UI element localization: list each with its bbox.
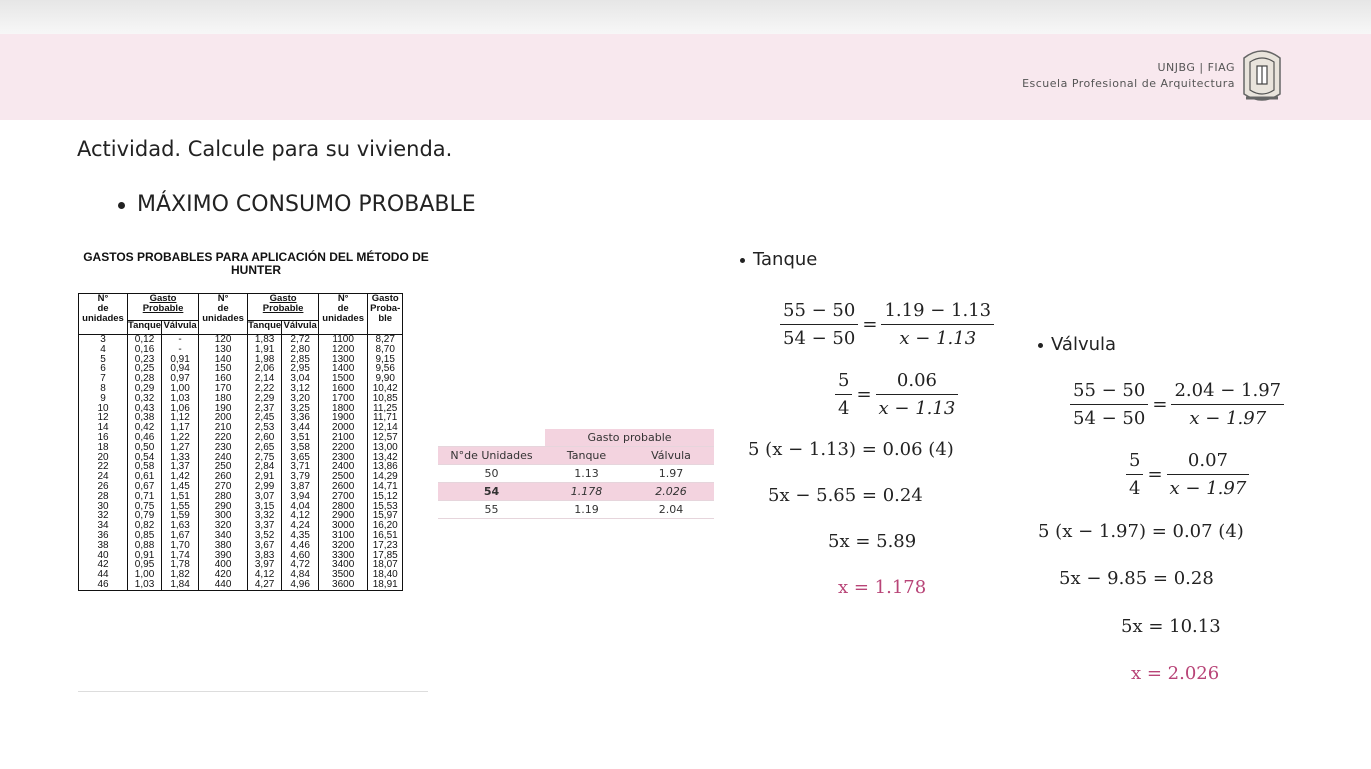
hunter-col-gasto-3: 8,27 8,70 9,15 9,56 9,90 10,42 10,85 11,… bbox=[367, 334, 404, 591]
bullet-dot bbox=[118, 201, 125, 209]
section-heading: MÁXIMO CONSUMO PROBABLE bbox=[118, 192, 476, 217]
hunter-table: N° de unidades Gasto Probable N° de unid… bbox=[78, 293, 404, 591]
valvula-equation-3: 5 (x − 1.97) = 0.07 (4) bbox=[1038, 521, 1244, 542]
hunter-col-valvula-2: 2,72 2,80 2,85 2,95 3,04 3,12 3,20 3,25 … bbox=[281, 334, 320, 591]
university-seal-icon bbox=[1243, 50, 1281, 101]
hunter-header-units-2: N° de unidades bbox=[198, 293, 249, 335]
hunter-col-units-2: 120 130 140 150 160 170 180 190 200 210 … bbox=[198, 334, 249, 591]
tanque-label: Tanque bbox=[740, 249, 817, 270]
valvula-equation-5: 5x = 10.13 bbox=[1121, 616, 1221, 637]
interp-group-header: Gasto probable bbox=[545, 429, 714, 447]
hunter-col-units-3: 1100 1200 1300 1400 1500 1600 1700 1800 … bbox=[318, 334, 369, 591]
hunter-header-gasto-2: Gasto Probable bbox=[247, 293, 320, 321]
valvula-equation-2: 5 4 = 0.07 x − 1.97 bbox=[1126, 450, 1250, 499]
interp-header-tanque: Tanque bbox=[545, 446, 628, 465]
activity-title: Actividad. Calcule para su vivienda. bbox=[77, 137, 453, 161]
bullet-dot bbox=[1038, 342, 1043, 348]
hunter-col-valvula-1: - - 0,91 0,94 0,97 1,00 1,03 1,06 1,12 1… bbox=[161, 334, 200, 591]
hunter-header-valvula-2: Válvula bbox=[281, 319, 320, 336]
brand-line-1: UNJBG | FIAG bbox=[1157, 61, 1235, 74]
interp-row: 50 1.13 1.97 bbox=[438, 464, 714, 483]
valvula-equation-4: 5x − 9.85 = 0.28 bbox=[1059, 568, 1214, 589]
hunter-header-valvula-1: Válvula bbox=[161, 319, 200, 336]
hunter-table-title: GASTOS PROBABLES PARA APLICACIÓN DEL MÉT… bbox=[83, 250, 429, 277]
hunter-header-tanque-2: Tanque bbox=[247, 319, 283, 336]
hunter-table-divider bbox=[78, 691, 428, 692]
tanque-equation-5: 5x = 5.89 bbox=[828, 531, 917, 552]
hunter-header-units-1: N° de unidades bbox=[78, 293, 128, 335]
valvula-equation-1: 55 − 50 54 − 50 = 2.04 − 1.97 x − 1.97 bbox=[1070, 380, 1285, 429]
valvula-result: x = 2.026 bbox=[1131, 663, 1220, 684]
hunter-col-tanque-1: 0,12 0,16 0,23 0,25 0,28 0,29 0,32 0,43 … bbox=[126, 334, 163, 591]
interp-row-highlighted: 54 1.178 2.026 bbox=[438, 482, 714, 501]
interp-header-valvula: Válvula bbox=[628, 446, 714, 465]
tanque-result: x = 1.178 bbox=[838, 577, 927, 598]
interp-header-units: N°de Unidades bbox=[438, 446, 545, 465]
tanque-equation-3: 5 (x − 1.13) = 0.06 (4) bbox=[748, 439, 954, 460]
hunter-header-gasto-3: Gasto Proba- ble bbox=[367, 293, 404, 335]
hunter-col-tanque-2: 1,83 1,91 1,98 2,06 2,14 2,22 2,29 2,37 … bbox=[247, 334, 283, 591]
hunter-header-tanque-1: Tanque bbox=[126, 319, 163, 336]
section-heading-text: MÁXIMO CONSUMO PROBABLE bbox=[137, 192, 476, 217]
interp-empty-cell bbox=[438, 429, 545, 447]
interp-row: 55 1.19 2.04 bbox=[438, 500, 714, 519]
hunter-header-gasto-1: Gasto Probable bbox=[126, 293, 200, 321]
hunter-header-units-3: N° de unidades bbox=[318, 293, 369, 335]
brand-line-2: Escuela Profesional de Arquitectura bbox=[1022, 77, 1235, 90]
interpolation-table: Gasto probable N°de Unidades Tanque Válv… bbox=[438, 429, 714, 519]
institution-brand: UNJBG | FIAG Escuela Profesional de Arqu… bbox=[1022, 60, 1235, 92]
valvula-label: Válvula bbox=[1038, 334, 1116, 355]
tanque-equation-2: 5 4 = 0.06 x − 1.13 bbox=[835, 370, 959, 419]
tanque-equation-4: 5x − 5.65 = 0.24 bbox=[768, 485, 923, 506]
tanque-equation-1: 55 − 50 54 − 50 = 1.19 − 1.13 x − 1.13 bbox=[780, 300, 995, 349]
bullet-dot bbox=[740, 257, 745, 263]
hunter-col-units-1: 3 4 5 6 7 8 9 10 12 14 16 18 20 22 24 26… bbox=[78, 334, 128, 591]
window-top-bar bbox=[0, 0, 1371, 34]
